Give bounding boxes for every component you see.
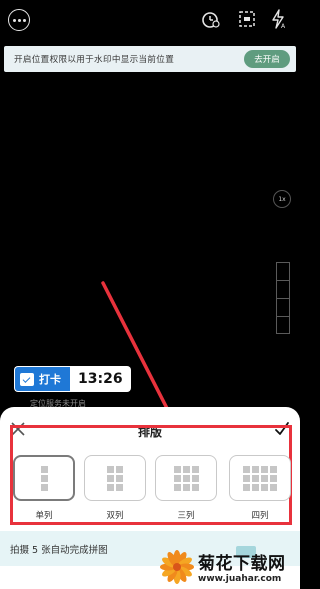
layout-option-label: 单列: [35, 511, 53, 521]
layout-option-single[interactable]: [13, 455, 75, 501]
layout-option-quad[interactable]: [229, 455, 291, 501]
chrysanthemum-logo-icon: [160, 549, 194, 584]
logo-name: 菊花下载网: [198, 554, 286, 574]
logo-url: www.juahar.com: [198, 574, 282, 584]
layout-options: 单列 双列 三列 四列: [10, 425, 292, 525]
layout-option-double[interactable]: [84, 455, 146, 501]
layout-option-label: 三列: [177, 511, 195, 521]
site-logo: 菊花下载网 www.juahar.com: [160, 544, 300, 589]
layout-option-triple[interactable]: [155, 455, 217, 501]
layout-option-label: 四列: [251, 511, 269, 521]
puzzle-info-text: 拍摄 5 张自动完成拼图: [10, 544, 108, 556]
layout-option-label: 双列: [106, 511, 124, 521]
